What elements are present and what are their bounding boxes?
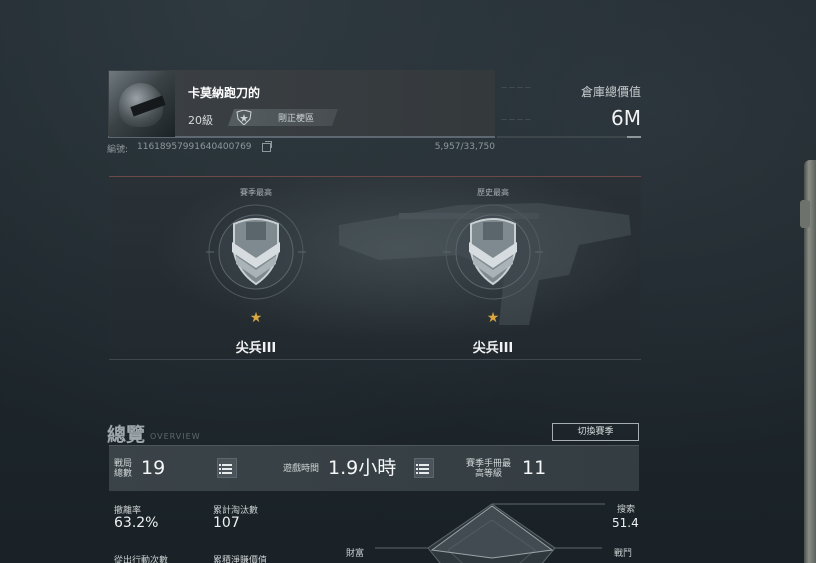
- matches-label-line2: 總數: [114, 469, 133, 479]
- radar-label-search: 搜索: [617, 505, 636, 515]
- playtime-label: 遊戲時間: [283, 464, 320, 474]
- matches-list-button[interactable]: [217, 458, 237, 478]
- shield-chevron-icon: [206, 204, 306, 300]
- pass-level-value: 11: [522, 457, 547, 479]
- shield-chevron-icon: [443, 204, 543, 300]
- season-best-rank[interactable]: 賽季最高 ★ 尖兵III: [176, 177, 336, 359]
- character-model: [800, 160, 816, 563]
- rank-star-icon: ★: [249, 310, 263, 326]
- warehouse-value-amount: 6M: [611, 106, 641, 130]
- overview-summary-bar: 戰局 總數 19 遊戲時間 1.9小時 賽季手冊最 高等級 11: [109, 445, 639, 491]
- radar-chart: [375, 503, 605, 563]
- shield-star-icon: [234, 110, 254, 125]
- warehouse-value: — — — — — — — — 倉庫總價值 6M: [497, 78, 641, 140]
- playtime-value: 1.9小時: [328, 457, 397, 479]
- wealth-bar: [497, 136, 641, 138]
- rank-panel: 賽季最高 ★ 尖兵III 歷史最高 ★ 尖兵III: [109, 176, 641, 360]
- exp-progress: 5,957/33,750: [434, 142, 495, 152]
- player-name: 卡莫納跑刀的: [188, 86, 261, 100]
- overview-title: 總覽: [107, 424, 146, 446]
- warehouse-value-label: 倉庫總價值: [580, 85, 641, 99]
- pass-level-label: 賽季手冊最 高等級: [466, 459, 511, 479]
- rank-caption: 賽季最高: [240, 188, 272, 197]
- pass-level-label-line1: 賽季手冊最: [466, 459, 512, 469]
- actions-label: 從出行動次數: [114, 556, 169, 563]
- id-value: 11618957991640400769: [137, 142, 252, 152]
- switch-season-button[interactable]: 切換賽季: [552, 423, 639, 441]
- title-badge-label: 剛正梗區: [278, 114, 315, 124]
- radar-search-value: 51.4: [612, 516, 639, 530]
- rank-name: 尖兵III: [235, 341, 277, 356]
- all-time-best-rank[interactable]: 歷史最高 ★ 尖兵III: [413, 177, 573, 359]
- playtime-list-button[interactable]: [414, 458, 434, 478]
- net-worth-label: 累積淨賺價值: [213, 556, 268, 563]
- player-level: 20級: [188, 114, 213, 127]
- profile-card: 卡莫納跑刀的 20級 剛正梗區: [108, 70, 495, 138]
- radar-label-wealth: 財富: [346, 549, 365, 559]
- rank-name: 尖兵III: [472, 341, 514, 356]
- rank-star-icon: ★: [486, 310, 500, 326]
- pass-level-label-line2: 高等級: [475, 469, 503, 479]
- copy-icon[interactable]: [262, 141, 272, 152]
- profile-page: 卡莫納跑刀的 20級 剛正梗區 編號: 11618957991640400769…: [0, 0, 816, 563]
- avatar[interactable]: [109, 71, 175, 137]
- extract-rate-value: 63.2%: [114, 515, 159, 531]
- matches-label: 戰局 總數: [114, 459, 132, 479]
- radar-label-combat: 戰鬥: [614, 549, 633, 559]
- id-row: 編號: 11618957991640400769 5,957/33,750: [107, 141, 495, 155]
- overview-subtitle: OVERVIEW: [150, 432, 201, 441]
- matches-label-line1: 戰局: [114, 459, 133, 469]
- deco-text: — — — —: [501, 84, 531, 91]
- deco-text: — — — —: [501, 116, 531, 123]
- id-label: 編號:: [107, 145, 129, 155]
- matches-value: 19: [141, 457, 166, 479]
- wealth-bar-fill: [627, 136, 641, 138]
- kills-value: 107: [213, 515, 240, 531]
- title-badge[interactable]: 剛正梗區: [228, 109, 338, 126]
- rank-caption: 歷史最高: [477, 188, 509, 197]
